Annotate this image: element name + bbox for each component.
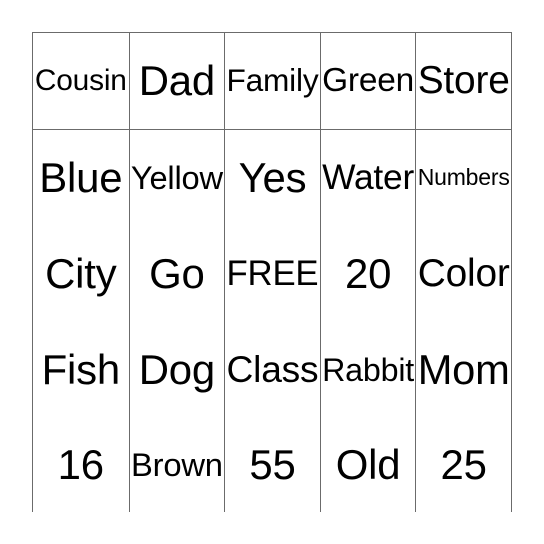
bingo-cell-label: Blue (39, 154, 123, 202)
bingo-cell-label: Mom (417, 346, 510, 394)
bingo-cell-label: Family (226, 62, 319, 99)
bingo-cell[interactable]: Numbers (415, 130, 511, 226)
bingo-cell[interactable]: 25 (415, 418, 511, 512)
bingo-cell-label: Go (149, 250, 205, 298)
bingo-cell[interactable]: Store (415, 33, 511, 129)
bingo-cell[interactable]: Mom (415, 322, 511, 418)
bingo-cell[interactable]: 55 (224, 418, 320, 512)
bingo-cell-label: Cousin (34, 64, 127, 98)
bingo-cell[interactable]: Cousin (33, 33, 129, 129)
bingo-cell-label: Old (335, 441, 401, 489)
bingo-cell-label: Color (417, 251, 510, 295)
bingo-cell-label: Numbers (417, 164, 510, 191)
bingo-cell[interactable]: Yes (224, 130, 320, 226)
bingo-cell[interactable]: Dog (128, 322, 225, 418)
bingo-cell-free[interactable]: FREE (224, 226, 320, 322)
bingo-cell[interactable]: Rabbit (319, 322, 416, 418)
bingo-cell-label: 25 (440, 441, 487, 489)
bingo-card: Cousin Dad Family Green Store Blue Yello… (32, 32, 512, 512)
bingo-cell[interactable]: Yellow (128, 130, 225, 226)
bingo-row: Fish Dog Class Rabbit Mom (33, 321, 511, 418)
bingo-row: City Go FREE 20 Color (33, 225, 511, 322)
bingo-cell[interactable]: Old (319, 418, 416, 512)
bingo-cell[interactable]: Dad (128, 33, 225, 129)
bingo-cell-label: 20 (344, 250, 392, 298)
bingo-cell[interactable]: 20 (319, 226, 416, 322)
bingo-cell-label: Yes (238, 154, 307, 202)
bingo-cell-label: Water (322, 158, 415, 198)
bingo-cell[interactable]: Blue (33, 130, 129, 226)
bingo-cell[interactable]: Family (224, 33, 320, 129)
bingo-cell-label: Dog (138, 346, 216, 394)
bingo-cell-label: Class (226, 348, 319, 391)
bingo-cell[interactable]: Green (319, 33, 416, 129)
bingo-row: 16 Brown 55 Old 25 (33, 417, 511, 512)
bingo-cell[interactable]: Water (319, 130, 416, 226)
bingo-cell-label: Fish (41, 346, 121, 394)
bingo-cell[interactable]: Color (415, 226, 511, 322)
bingo-cell-label: Brown (130, 445, 223, 483)
bingo-cell[interactable]: Class (224, 322, 320, 418)
bingo-row: Cousin Dad Family Green Store (33, 33, 511, 129)
bingo-cell-label: Green (322, 62, 415, 100)
bingo-cell-label: 55 (249, 441, 296, 489)
bingo-cell-label: FREE (226, 254, 319, 293)
bingo-cell-label: Yellow (130, 158, 223, 196)
bingo-cell[interactable]: Brown (128, 418, 225, 512)
bingo-cell[interactable]: Go (128, 226, 225, 322)
bingo-cell[interactable]: 16 (33, 418, 129, 512)
bingo-cell-label: City (45, 250, 117, 298)
bingo-cell[interactable]: Fish (33, 322, 129, 418)
bingo-cell-label: Store (417, 58, 510, 102)
bingo-cell[interactable]: City (33, 226, 129, 322)
bingo-cell-label: Rabbit (322, 351, 415, 388)
bingo-cell-label: 16 (57, 441, 104, 489)
bingo-row: Blue Yellow Yes Water Numbers (33, 129, 511, 226)
bingo-cell-label: Dad (138, 57, 216, 105)
